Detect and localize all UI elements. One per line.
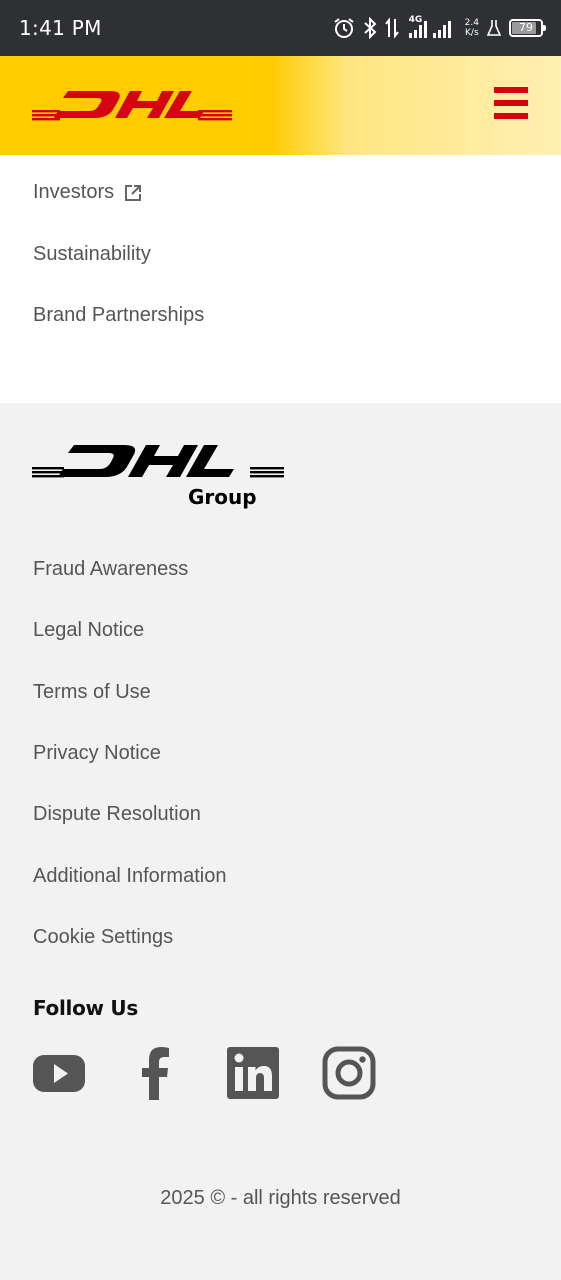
follow-us-title: Follow Us: [33, 996, 138, 1020]
dhl-group-logo-text: Group: [188, 485, 257, 509]
youtube-icon[interactable]: [32, 1046, 86, 1100]
alarm-icon: [334, 18, 354, 38]
nav-link-investors[interactable]: Investors: [33, 181, 142, 204]
speed-value: 2.4: [464, 18, 479, 28]
footer-link-fraud-awareness[interactable]: Fraud Awareness: [33, 558, 188, 581]
nav-link-sustainability[interactable]: Sustainability: [33, 243, 151, 266]
battery-level: 79: [519, 21, 533, 34]
battery-indicator: 79: [509, 19, 546, 37]
copyright-text: 2025 © - all rights reserved: [160, 1187, 401, 1209]
footer-link-dispute-resolution[interactable]: Dispute Resolution: [33, 803, 201, 826]
nav-link-label: Brand Partnerships: [33, 304, 205, 326]
footer-link-privacy-notice[interactable]: Privacy Notice: [33, 742, 161, 765]
footer-link-terms-of-use[interactable]: Terms of Use: [33, 681, 151, 704]
site-footer: Group Fraud Awareness Legal Notice Terms…: [0, 403, 561, 1280]
facebook-icon[interactable]: [129, 1046, 183, 1100]
status-icons: 4G 2.4 K/s 79: [333, 14, 546, 42]
instagram-icon[interactable]: [322, 1046, 376, 1100]
menu-bar: [494, 87, 528, 93]
dhl-group-logo[interactable]: Group: [32, 443, 284, 518]
nav-link-label: Sustainability: [33, 243, 151, 265]
status-time: 1:41 PM: [19, 16, 102, 40]
linkedin-icon[interactable]: [226, 1046, 280, 1100]
menu-bar: [494, 113, 528, 119]
dhl-group-logo-mark: Group: [32, 445, 284, 509]
nav-link-brand-partnerships[interactable]: Brand Partnerships: [33, 304, 204, 327]
network-speed: 2.4 K/s: [465, 18, 479, 38]
footer-link-cookie-settings[interactable]: Cookie Settings: [33, 926, 173, 949]
flask-icon: [487, 20, 501, 36]
external-link-icon: [125, 184, 142, 201]
nav-link-label: Investors: [33, 181, 115, 203]
dhl-logo[interactable]: [32, 88, 232, 122]
speed-unit: K/s: [465, 28, 479, 38]
menu-bar: [494, 100, 528, 106]
bluetooth-icon: [364, 17, 377, 39]
footer-link-legal-notice[interactable]: Legal Notice: [33, 619, 144, 642]
status-bar: 1:41 PM 4G 2.4 K/s 79: [0, 0, 561, 56]
data-transfer-icon: [384, 18, 399, 38]
site-header: [0, 56, 561, 155]
network-signal: 4G: [407, 15, 457, 39]
footer-link-additional-information[interactable]: Additional Information: [33, 865, 226, 888]
hamburger-menu-icon[interactable]: [494, 87, 530, 123]
top-nav-links: Investors Sustainability Brand Partnersh…: [0, 155, 561, 403]
signal-icon: [408, 21, 451, 38]
